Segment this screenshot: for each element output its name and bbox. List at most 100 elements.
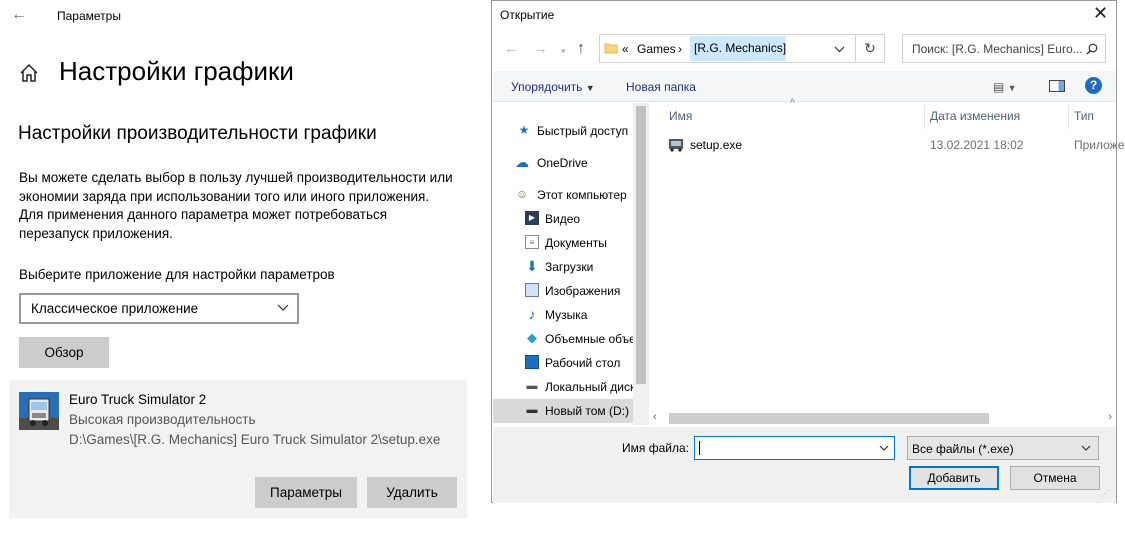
- nav-item-documents[interactable]: ≡ Документы: [493, 231, 633, 255]
- executable-icon: [669, 139, 683, 152]
- local-disk-icon: ▬: [526, 380, 538, 392]
- view-options-icon[interactable]: ▤ ▼: [993, 80, 1017, 94]
- filename-input[interactable]: [694, 436, 895, 460]
- filetype-dropdown[interactable]: Все файлы (*.exe): [907, 436, 1099, 460]
- cancel-button[interactable]: Отмена: [1010, 466, 1100, 490]
- description: Вы можете сделать выбор в пользу лучшей …: [19, 169, 479, 243]
- address-overflow[interactable]: «: [622, 42, 629, 56]
- description-line: перезапуск приложения.: [19, 225, 173, 241]
- pictures-icon: [525, 283, 539, 297]
- file-row[interactable]: setup.exe 13.02.2021 18:02 Приложение: [658, 133, 1125, 157]
- open-file-dialog: Открытие ✕ ← → ▾ ↑ « Games › [R.G. Mecha…: [491, 0, 1125, 503]
- nav-item-label: Быстрый доступ: [537, 124, 629, 138]
- organize-label: Упорядочить: [511, 80, 583, 94]
- nav-item-music[interactable]: ♪ Музыка: [493, 303, 633, 327]
- scrollbar-thumb[interactable]: [669, 413, 989, 424]
- help-icon[interactable]: ?: [1085, 77, 1102, 94]
- resize-grip-icon[interactable]: ⋰: [1101, 489, 1109, 498]
- column-separator: [924, 105, 925, 129]
- scrollbar-thumb[interactable]: [636, 106, 646, 384]
- star-icon: ★: [518, 123, 530, 137]
- search-placeholder: Поиск: [R.G. Mechanics] Euro...: [912, 42, 1083, 56]
- refresh-icon[interactable]: ↻: [856, 34, 885, 63]
- organize-caret-icon: ▼: [585, 83, 595, 93]
- column-header-name[interactable]: Имя: [669, 109, 692, 133]
- desktop-icon: [525, 355, 539, 369]
- nav-item-label: OneDrive: [537, 156, 588, 170]
- organize-button[interactable]: Упорядочить ▼: [511, 80, 595, 94]
- sort-caret-icon: ^: [790, 98, 795, 109]
- nav-item-local-disk-c[interactable]: ▬ Локальный диск (C:): [493, 375, 634, 399]
- chevron-down-icon[interactable]: [879, 445, 889, 451]
- address-parent[interactable]: Games: [637, 42, 676, 56]
- dialog-title: Открытие: [500, 8, 555, 22]
- cloud-icon: ☁: [515, 154, 529, 170]
- page-title: Настройки графики: [59, 56, 294, 86]
- app-performance: Высокая производительность: [69, 412, 256, 427]
- description-line: Для применения данного параметра может п…: [19, 207, 388, 222]
- nav-item-desktop[interactable]: Рабочий стол: [493, 351, 633, 375]
- nav-item-label: Новый том (D:): [545, 404, 629, 418]
- up-folder-icon[interactable]: ↑: [577, 40, 585, 58]
- search-box[interactable]: Поиск: [R.G. Mechanics] Euro...: [902, 34, 1106, 63]
- music-icon: ♪: [528, 306, 536, 322]
- downloads-icon: ⬇: [526, 258, 538, 274]
- nav-item-label: Загрузки: [545, 260, 594, 274]
- recent-locations-icon[interactable]: ▾: [561, 46, 566, 57]
- nav-item-label: Объемные объекты: [545, 332, 633, 346]
- nav-item-label: Локальный диск (C:): [545, 380, 633, 394]
- dialog-toolbar: Упорядочить ▼ Новая папка ▤ ▼ ?: [493, 71, 1116, 102]
- remove-button[interactable]: Удалить: [367, 477, 457, 508]
- file-date: 13.02.2021 18:02: [930, 138, 1024, 152]
- nav-item-downloads[interactable]: ⬇ Загрузки: [493, 255, 633, 279]
- add-button[interactable]: Добавить: [909, 466, 999, 490]
- horizontal-scrollbar[interactable]: ‹ ›: [649, 410, 1116, 427]
- nav-item-label: Этот компьютер: [537, 188, 627, 202]
- nav-item-quick-access[interactable]: ★ Быстрый доступ: [493, 119, 633, 143]
- scroll-right-icon[interactable]: ›: [1108, 411, 1112, 423]
- nav-item-pictures[interactable]: Изображения: [493, 279, 633, 303]
- nav-item-videos[interactable]: ▶ Видео: [493, 207, 633, 231]
- chevron-down-icon: [1081, 445, 1091, 451]
- preview-pane-icon[interactable]: [1049, 80, 1065, 92]
- back-icon[interactable]: ←: [504, 40, 519, 57]
- folder-icon: [604, 43, 618, 54]
- navigation-pane: ★ Быстрый доступ ☁ OneDrive ☺ Этот компь…: [493, 103, 633, 425]
- navigation-scrollbar[interactable]: [633, 103, 649, 425]
- nav-item-this-pc[interactable]: ☺ Этот компьютер: [493, 183, 633, 207]
- new-folder-button[interactable]: Новая папка: [626, 80, 696, 94]
- euro-truck-app-icon: [19, 392, 59, 430]
- description-line: Вы можете сделать выбор в пользу лучшей …: [19, 170, 453, 185]
- back-arrow-icon[interactable]: ←: [11, 6, 27, 24]
- nav-item-label: Музыка: [545, 308, 588, 322]
- nav-item-label: Видео: [545, 212, 581, 226]
- nav-item-onedrive[interactable]: ☁ OneDrive: [493, 151, 633, 175]
- scroll-left-icon[interactable]: ‹: [653, 411, 657, 423]
- forward-icon[interactable]: →: [533, 40, 548, 57]
- address-separator[interactable]: ›: [678, 42, 682, 56]
- chevron-down-icon: [277, 304, 289, 311]
- nav-item-label: Документы: [545, 236, 607, 250]
- address-current-label: [R.G. Mechanics] Euro Truck Simulator 2: [694, 41, 786, 55]
- description-line: экономии заряда при использовании того и…: [19, 188, 430, 204]
- window-title: Параметры: [57, 9, 121, 23]
- app-card[interactable]: Euro Truck Simulator 2 Высокая производи…: [9, 380, 467, 518]
- column-header-date[interactable]: Дата изменения: [930, 109, 1020, 133]
- close-icon[interactable]: ✕: [1093, 3, 1108, 24]
- nav-item-3d-objects[interactable]: ◆ Объемные объекты: [493, 327, 633, 351]
- app-type-dropdown[interactable]: Классическое приложение: [19, 293, 299, 324]
- options-button[interactable]: Параметры: [255, 477, 357, 508]
- video-icon: ▶: [525, 211, 539, 225]
- column-header-type[interactable]: Тип: [1074, 109, 1094, 133]
- app-select-label: Выберите приложение для настройки параме…: [19, 267, 335, 282]
- address-bar[interactable]: « Games › [R.G. Mechanics] Euro Truck Si…: [599, 34, 856, 63]
- address-dropdown-icon[interactable]: [834, 46, 845, 53]
- browse-button[interactable]: Обзор: [19, 337, 109, 368]
- filetype-value: Все файлы (*.exe): [912, 442, 1014, 456]
- nav-item-new-volume-d[interactable]: ▬ Новый том (D:): [493, 399, 633, 423]
- filename-label: Имя файла:: [622, 441, 689, 455]
- address-current[interactable]: [R.G. Mechanics] Euro Truck Simulator 2: [690, 36, 786, 61]
- column-separator: [1068, 105, 1069, 129]
- dialog-footer: Имя файла: Все файлы (*.exe) Добавить От…: [493, 427, 1116, 503]
- 3d-objects-icon: ◆: [527, 330, 537, 345]
